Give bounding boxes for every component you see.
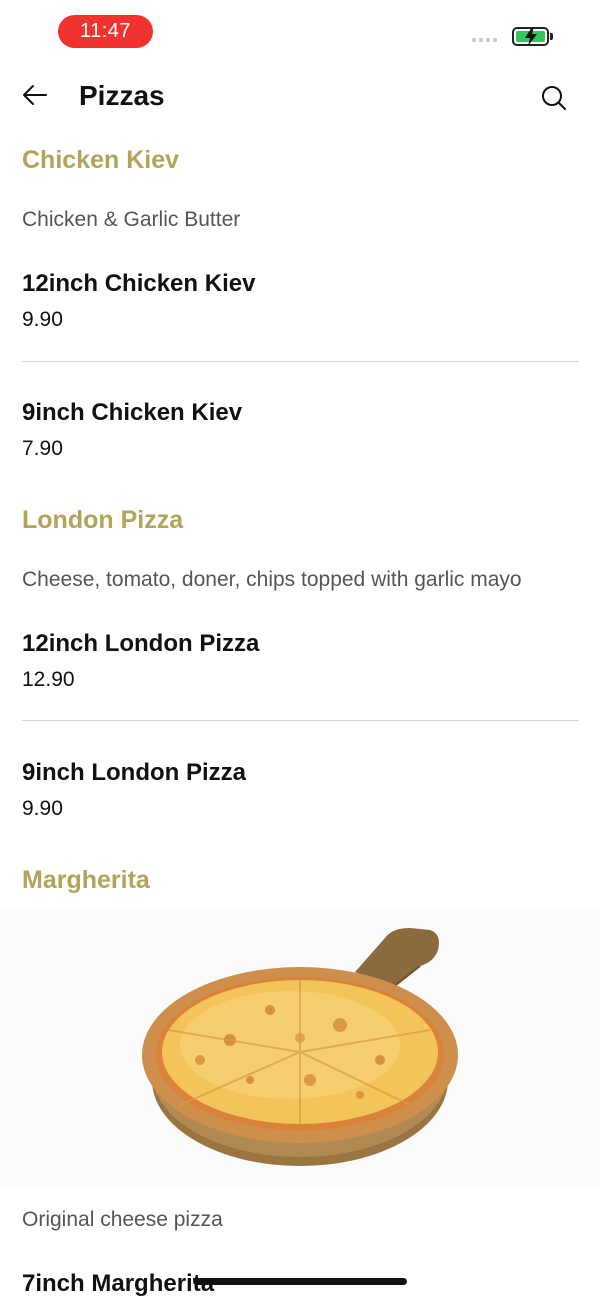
- category-description: Chicken & Garlic Butter: [22, 208, 241, 231]
- item-price: 12.90: [22, 668, 75, 691]
- category-heading: Chicken Kiev: [22, 146, 180, 174]
- item-price: 9.90: [22, 797, 63, 820]
- item-name: 7inch Margherita: [22, 1270, 215, 1297]
- category-heading: Margherita: [22, 866, 150, 894]
- signal-icon: [472, 38, 497, 42]
- battery-icon: [512, 27, 549, 46]
- item-name: 9inch Chicken Kiev: [22, 399, 243, 426]
- item-name: 12inch London Pizza: [22, 630, 260, 657]
- item-price: 9.90: [22, 308, 63, 331]
- divider: [22, 361, 579, 362]
- item-price: 7.90: [22, 437, 63, 460]
- app-header: Pizzas: [0, 64, 600, 132]
- divider: [22, 720, 579, 721]
- category-heading: London Pizza: [22, 506, 184, 534]
- back-button[interactable]: [20, 80, 50, 110]
- page-title: Pizzas: [79, 80, 165, 111]
- item-name: 9inch London Pizza: [22, 759, 247, 786]
- pizza-image: [0, 910, 600, 1188]
- home-indicator[interactable]: [193, 1278, 407, 1285]
- status-bar: 11:47: [0, 0, 600, 64]
- search-icon: [542, 86, 566, 110]
- category-description: Original cheese pizza: [22, 1208, 223, 1231]
- category-description: Cheese, tomato, doner, chips topped with…: [22, 568, 522, 591]
- arrow-left-icon: [23, 85, 47, 105]
- item-name: 12inch Chicken Kiev: [22, 270, 256, 297]
- search-button[interactable]: [540, 84, 568, 112]
- battery-cap: [550, 33, 553, 40]
- status-time: 11:47: [58, 15, 153, 48]
